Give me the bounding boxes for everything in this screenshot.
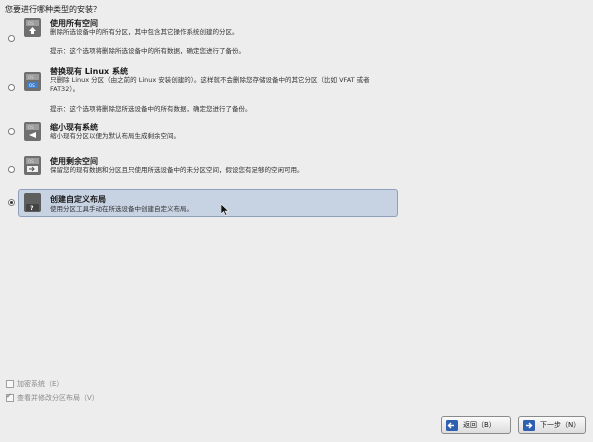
option-custom-layout[interactable]: ? 创建自定义布局 使用分区工具手动在所选设备中创建自定义布局。 <box>18 189 398 217</box>
svg-text:OS: OS <box>28 159 34 164</box>
review-layout-checkbox[interactable] <box>6 392 14 402</box>
option-use-all-space[interactable]: OS 使用所有空间 删除所选设备中的所有分区，其中包含其它操作系统创建的分区。 … <box>18 16 398 66</box>
radio-use-all-space[interactable] <box>8 35 15 42</box>
svg-text:OS: OS <box>29 83 35 88</box>
option-desc: 删除所选设备中的所有分区，其中包含其它操作系统创建的分区。 <box>50 28 239 36</box>
option-use-free-space[interactable]: OS 使用剩余空间 保留您的现有数据和分区且只使用所选设备中的未分区空间，假设您… <box>18 154 398 182</box>
encrypt-system-row[interactable]: 加密系统（E） <box>6 379 63 389</box>
option-desc: 缩小现有分区以便为默认布局生成剩余空间。 <box>50 132 180 140</box>
radio-shrink-system[interactable] <box>8 128 15 135</box>
next-button[interactable]: 下一步（N） <box>518 416 586 434</box>
option-note: 提示：这个选项将删除您所选设备中的所有数据，确定您进行了备份。 <box>50 105 252 113</box>
mouse-pointer-icon <box>221 204 229 216</box>
svg-text:OS: OS <box>28 125 34 130</box>
disk-free-space-icon: OS <box>24 156 41 175</box>
back-button[interactable]: 返回（B） <box>441 416 511 434</box>
install-type-prompt: 您要进行哪种类型的安装？ <box>5 5 101 14</box>
svg-text:?: ? <box>30 205 34 212</box>
option-desc: 只删除 Linux 分区（由之前的 Linux 安装创建的）。这样就不会删除您存… <box>50 76 370 93</box>
next-button-label: 下一步（N） <box>540 421 581 429</box>
disk-replace-icon: OS OS <box>24 72 41 91</box>
arrow-left-icon <box>446 419 458 431</box>
arrow-right-icon <box>523 419 535 431</box>
encrypt-system-label: 加密系统（E） <box>17 380 64 388</box>
option-note: 提示：这个选项将删除所选设备中的所有数据，确定您进行了备份。 <box>50 47 245 55</box>
disk-custom-icon: ? <box>24 193 41 212</box>
option-title: 创建自定义布局 <box>50 195 106 204</box>
radio-replace-linux[interactable] <box>8 84 15 91</box>
encrypt-system-checkbox[interactable] <box>6 380 14 388</box>
review-layout-label: 查看并修改分区布局（V） <box>17 394 99 402</box>
disk-wipe-icon: OS <box>24 18 41 37</box>
disk-shrink-icon: OS <box>24 122 41 141</box>
back-button-label: 返回（B） <box>463 421 496 429</box>
option-replace-linux[interactable]: OS OS 替换现有 Linux 系统 只删除 Linux 分区（由之前的 Li… <box>18 64 398 114</box>
radio-custom-layout[interactable] <box>8 199 15 206</box>
option-desc: 保留您的现有数据和分区且只使用所选设备中的未分区空间，假设您有足够的空闲可用。 <box>50 166 304 174</box>
svg-text:OS: OS <box>28 21 34 26</box>
option-shrink-system[interactable]: OS 缩小现有系统 缩小现有分区以便为默认布局生成剩余空间。 <box>18 120 398 148</box>
svg-text:OS: OS <box>28 75 34 80</box>
review-layout-row[interactable]: 查看并修改分区布局（V） <box>6 392 99 403</box>
option-desc: 使用分区工具手动在所选设备中创建自定义布局。 <box>50 205 193 213</box>
radio-use-free-space[interactable] <box>8 166 15 173</box>
